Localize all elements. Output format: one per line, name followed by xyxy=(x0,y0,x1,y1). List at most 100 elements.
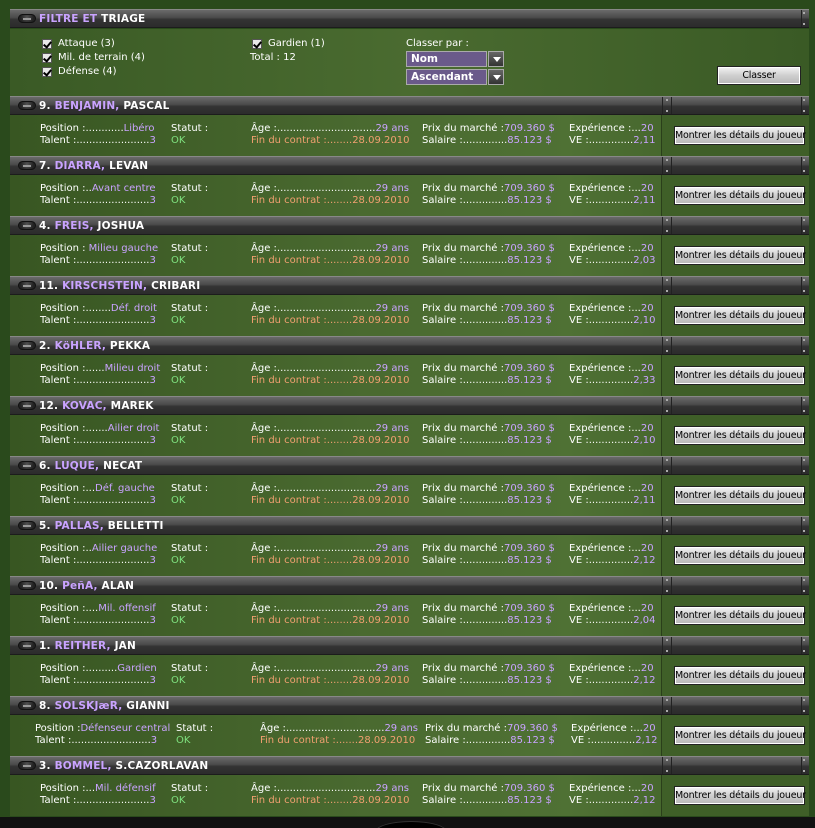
filter-checkbox-defense[interactable]: Défense (4) xyxy=(42,66,117,77)
collapse-toggle-icon[interactable] xyxy=(18,461,36,470)
player-lastname: KIRSCHSTEIN, xyxy=(62,280,148,292)
checkbox-checked-icon[interactable] xyxy=(42,52,52,63)
show-details-button[interactable]: Montrer les détails du joueur xyxy=(674,306,806,325)
player-position: Position :..Avant centre xyxy=(40,183,156,194)
checkbox-checked-icon[interactable] xyxy=(252,38,262,49)
player-number: 11. xyxy=(39,280,59,292)
statut-value: OK xyxy=(171,795,186,806)
player-header-bar[interactable]: 10. PeñA, ALAN xyxy=(10,576,809,595)
player-talent: Talent :.........................3 xyxy=(35,735,158,746)
player-row: Position :....Mil. offensif Talent :.....… xyxy=(10,595,809,636)
collapse-toggle-icon[interactable] xyxy=(18,581,36,590)
statut-value: OK xyxy=(171,195,186,206)
contract-end: Fin du contrat :........28.09.2010 xyxy=(251,555,410,566)
sort-order-select[interactable]: Ascendant xyxy=(406,69,504,85)
show-details-button[interactable]: Montrer les détails du joueur xyxy=(674,786,806,805)
salary: Salaire :..............85.123 $ xyxy=(422,135,552,146)
collapse-toggle-icon[interactable] xyxy=(18,281,36,290)
contract-end: Fin du contrat :........28.09.2010 xyxy=(251,495,410,506)
player-row: Position :Défenseur central Talent :.....… xyxy=(10,715,809,756)
chevron-down-icon[interactable] xyxy=(488,51,504,67)
sort-by-value[interactable]: Nom xyxy=(406,51,487,67)
bar-separator xyxy=(662,157,672,174)
show-details-button[interactable]: Montrer les détails du joueur xyxy=(674,186,806,205)
filter-header-bar[interactable]: FILTRE ET TRIAGE xyxy=(10,9,809,28)
player-firstname: BELLETTI xyxy=(107,520,164,532)
player-firstname: JOSHUA xyxy=(97,220,145,232)
collapse-toggle-icon[interactable] xyxy=(18,221,36,230)
collapse-toggle-icon[interactable] xyxy=(18,641,36,650)
market-price: Prix du marché :709.360 $ xyxy=(422,243,555,254)
show-details-button[interactable]: Montrer les détails du joueur xyxy=(674,426,806,445)
show-details-button[interactable]: Montrer les détails du joueur xyxy=(674,606,806,625)
player-header-bar[interactable]: 8. SOLSKJæR, GIANNI xyxy=(10,696,809,715)
checkbox-checked-icon[interactable] xyxy=(42,66,52,77)
player-age: Âge :...............................29 a… xyxy=(251,543,410,554)
details-cell: Montrer les détails du joueur xyxy=(661,775,809,816)
details-cell: Montrer les détails du joueur xyxy=(661,535,809,576)
player-firstname: PASCAL xyxy=(123,100,170,112)
player-header-bar[interactable]: 1. REITHER, JAN xyxy=(10,636,809,655)
market-price: Prix du marché :709.360 $ xyxy=(422,183,555,194)
show-details-button[interactable]: Montrer les détails du joueur xyxy=(674,126,806,145)
filter-checkbox-attaque[interactable]: Attaque (3) xyxy=(42,38,115,49)
show-details-button[interactable]: Montrer les détails du joueur xyxy=(674,546,806,565)
collapse-toggle-icon[interactable] xyxy=(18,521,36,530)
collapse-toggle-icon[interactable] xyxy=(18,341,36,350)
bar-end-cap xyxy=(801,697,807,714)
bar-end-cap xyxy=(801,97,807,114)
player-age: Âge :...............................29 a… xyxy=(251,123,410,134)
player-row: Position :..........Gardien Talent :.....… xyxy=(10,655,809,696)
statut-label: Statut : xyxy=(171,423,209,434)
contract-end: Fin du contrat :........28.09.2010 xyxy=(251,675,410,686)
player-number: 4. xyxy=(39,220,51,232)
sort-button[interactable]: Classer xyxy=(717,66,801,85)
player-header-bar[interactable]: 7. DIARRA, LEVAN xyxy=(10,156,809,175)
player-header-bar[interactable]: 11. KIRSCHSTEIN, CRIBARI xyxy=(10,276,809,295)
checkbox-checked-icon[interactable] xyxy=(42,38,52,49)
collapse-toggle-icon[interactable] xyxy=(18,761,36,770)
show-details-button[interactable]: Montrer les détails du joueur xyxy=(674,366,806,385)
details-cell: Montrer les détails du joueur xyxy=(661,175,809,216)
chevron-down-icon[interactable] xyxy=(488,69,504,85)
experience: Expérience :...20 xyxy=(569,603,654,614)
filter-checkbox-gardien[interactable]: Gardien (1) xyxy=(252,38,325,49)
player-header-bar[interactable]: 2. KöHLER, PEKKA xyxy=(10,336,809,355)
player-header-bar[interactable]: 5. PALLAS, BELLETTI xyxy=(10,516,809,535)
player-header-bar[interactable]: 3. BOMMEL, S.CAZORLAVAN xyxy=(10,756,809,775)
show-details-button[interactable]: Montrer les détails du joueur xyxy=(674,666,806,685)
filter-checkbox-milieu[interactable]: Mil. de terrain (4) xyxy=(42,52,145,63)
total-count: Total : 12 xyxy=(250,52,296,63)
player-talent: Talent :.......................3 xyxy=(40,315,156,326)
player-talent: Talent :.......................3 xyxy=(40,135,156,146)
player-position: Position :......Milieu droit xyxy=(40,363,161,374)
player-number: 5. xyxy=(39,520,51,532)
statut-label: Statut : xyxy=(171,603,209,614)
collapse-toggle-icon[interactable] xyxy=(18,14,36,23)
player-header-bar[interactable]: 4. FREIS, JOSHUA xyxy=(10,216,809,235)
player-firstname: LEVAN xyxy=(109,160,149,172)
sort-order-value[interactable]: Ascendant xyxy=(406,69,487,85)
player-name: 3. BOMMEL, S.CAZORLAVAN xyxy=(39,760,208,772)
show-details-button[interactable]: Montrer les détails du joueur xyxy=(674,486,806,505)
player-lastname: KOVAC, xyxy=(62,400,107,412)
salary: Salaire :..............85.123 $ xyxy=(422,255,552,266)
checkbox-label: Attaque (3) xyxy=(58,38,115,49)
checkbox-label: Mil. de terrain (4) xyxy=(58,52,145,63)
player-header-bar[interactable]: 9. BENJAMIN, PASCAL xyxy=(10,96,809,115)
collapse-toggle-icon[interactable] xyxy=(18,101,36,110)
sort-by-select[interactable]: Nom xyxy=(406,51,504,67)
market-price: Prix du marché :709.360 $ xyxy=(425,723,558,734)
player-age: Âge :...............................29 a… xyxy=(251,663,410,674)
collapse-toggle-icon[interactable] xyxy=(18,401,36,410)
ve-value: VE :..............2,10 xyxy=(569,435,656,446)
checkbox-label: Gardien (1) xyxy=(268,38,325,49)
collapse-toggle-icon[interactable] xyxy=(18,701,36,710)
player-header-bar[interactable]: 6. LUQUE, NECAT xyxy=(10,456,809,475)
player-lastname: FREIS, xyxy=(54,220,94,232)
player-header-bar[interactable]: 12. KOVAC, MAREK xyxy=(10,396,809,415)
show-details-button[interactable]: Montrer les détails du joueur xyxy=(674,246,806,265)
player-position: Position :........Déf. droit xyxy=(40,303,157,314)
show-details-button[interactable]: Montrer les détails du joueur xyxy=(674,726,806,745)
collapse-toggle-icon[interactable] xyxy=(18,161,36,170)
